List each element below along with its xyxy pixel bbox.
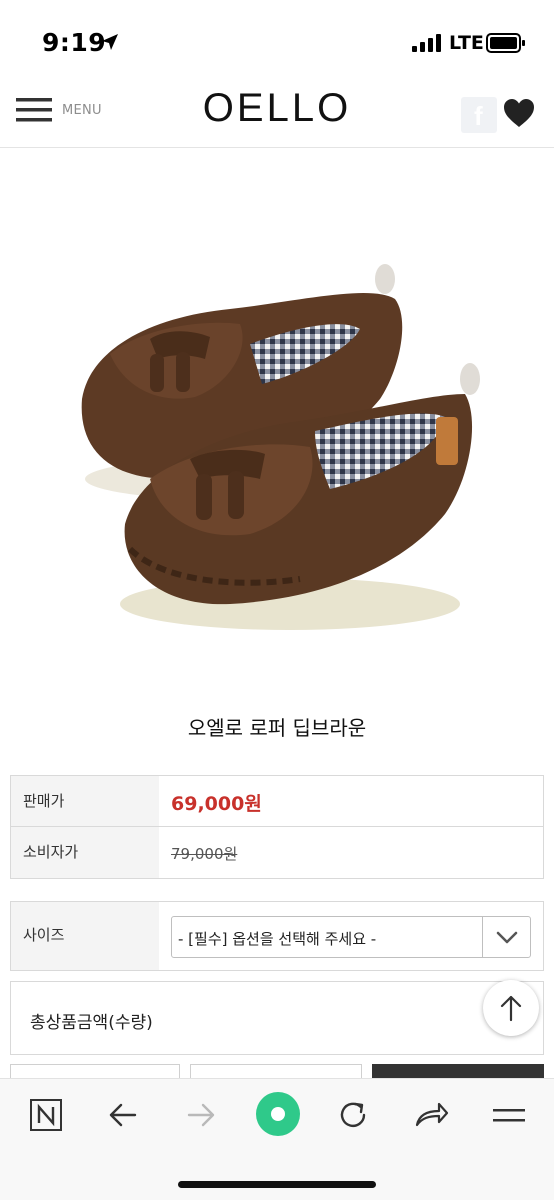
menu-icon[interactable] bbox=[487, 1093, 531, 1137]
back-arrow-icon[interactable] bbox=[101, 1093, 145, 1137]
purchase-buttons-strip bbox=[0, 1064, 554, 1078]
total-amount-label: 총상품금액(수량) bbox=[30, 1013, 153, 1033]
scroll-to-top-button[interactable] bbox=[483, 980, 539, 1036]
chevron-down-icon[interactable] bbox=[482, 917, 530, 957]
size-option-row: 사이즈 - [필수] 옵션을 선택해 주세요 - bbox=[11, 902, 543, 970]
facebook-icon[interactable]: f bbox=[461, 97, 497, 133]
total-amount-box: 총상품금액(수량) bbox=[10, 981, 544, 1055]
cart-button[interactable] bbox=[190, 1064, 362, 1078]
heart-icon[interactable] bbox=[503, 98, 535, 128]
status-bar: 9:19 LTE bbox=[0, 0, 554, 76]
reload-icon[interactable] bbox=[331, 1093, 375, 1137]
sale-price-value: 69,000원 bbox=[171, 793, 262, 815]
site-header: MENU OELLO f bbox=[0, 76, 554, 148]
consumer-price-label: 소비자가 bbox=[11, 827, 159, 878]
size-select-value: - [필수] 옵션을 선택해 주세요 - bbox=[178, 930, 377, 948]
sale-price-row: 판매가 69,000원 bbox=[11, 776, 543, 827]
location-arrow-icon bbox=[102, 34, 118, 50]
battery-icon bbox=[486, 33, 525, 53]
facebook-letter: f bbox=[474, 101, 483, 131]
product-name: 오엘로 로퍼 딥브라운 bbox=[187, 716, 367, 740]
consumer-price-row: 소비자가 79,000원 bbox=[11, 827, 543, 878]
status-time: 9:19 bbox=[42, 28, 107, 57]
buy-option-button[interactable] bbox=[10, 1064, 180, 1078]
naver-n-icon[interactable] bbox=[24, 1093, 68, 1137]
size-label: 사이즈 bbox=[11, 902, 159, 970]
browser-toolbar bbox=[0, 1078, 554, 1200]
consumer-price-value: 79,000원 bbox=[171, 845, 238, 863]
size-select[interactable]: - [필수] 옵션을 선택해 주세요 - bbox=[171, 916, 531, 958]
forward-arrow-icon[interactable] bbox=[179, 1093, 223, 1137]
cellular-signal-icon bbox=[412, 34, 441, 52]
share-icon[interactable] bbox=[409, 1093, 453, 1137]
network-type: LTE bbox=[449, 32, 484, 54]
sale-price-label: 판매가 bbox=[11, 776, 159, 826]
product-image[interactable] bbox=[0, 149, 554, 701]
option-table: 사이즈 - [필수] 옵션을 선택해 주세요 - bbox=[10, 901, 544, 971]
price-table: 판매가 69,000원 소비자가 79,000원 bbox=[10, 775, 544, 879]
loafers-photo bbox=[81, 264, 480, 630]
arrow-up-icon bbox=[500, 995, 522, 1022]
green-dot-icon[interactable] bbox=[255, 1091, 301, 1137]
buy-now-button[interactable] bbox=[372, 1064, 544, 1078]
home-indicator bbox=[178, 1181, 376, 1188]
